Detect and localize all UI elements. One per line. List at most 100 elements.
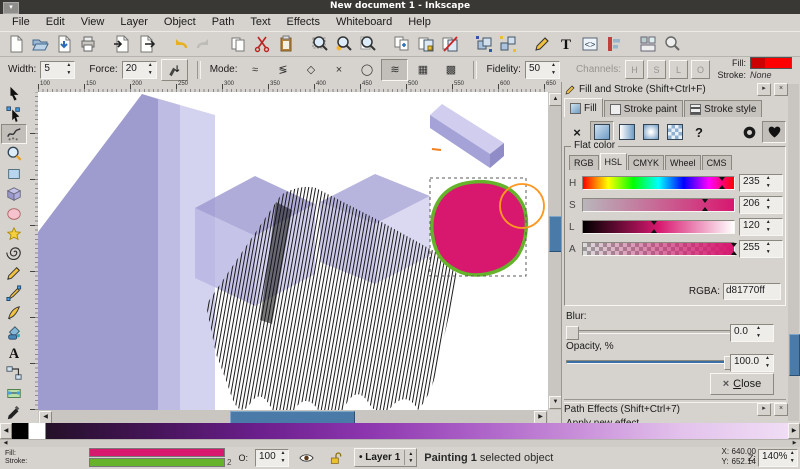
color-jitter-mode-button[interactable]: ▩ xyxy=(437,59,464,81)
menu-object[interactable]: Object xyxy=(156,15,204,30)
fill-stroke-dialog-button[interactable] xyxy=(530,32,554,56)
opacity-spinbox[interactable]: 100.0▲▼ xyxy=(730,354,774,372)
menu-help[interactable]: Help xyxy=(400,15,439,30)
fidelity-spinbox[interactable]: 50▲▼ xyxy=(525,61,560,79)
cut-button[interactable] xyxy=(250,32,274,56)
export-button[interactable] xyxy=(134,32,158,56)
zoom-drawing-button[interactable] xyxy=(332,32,356,56)
channel-h-button[interactable]: H xyxy=(625,60,644,79)
layer-lock-button[interactable] xyxy=(325,448,347,467)
open-button[interactable] xyxy=(28,32,52,56)
palette-left-arrow[interactable]: ◀ xyxy=(0,423,12,439)
new-document-button[interactable] xyxy=(4,32,28,56)
zoom-selection-button[interactable] xyxy=(308,32,332,56)
unlink-clone-button[interactable] xyxy=(438,32,462,56)
push-mode-button[interactable]: ≈ xyxy=(241,59,268,81)
xml-editor-button[interactable]: <> xyxy=(578,32,602,56)
panel-detach-button[interactable]: ▸ xyxy=(757,83,771,96)
channel-l-button[interactable]: L xyxy=(669,60,688,79)
import-button[interactable] xyxy=(110,32,134,56)
fill-rule-nonzero-button[interactable] xyxy=(762,121,786,143)
print-button[interactable] xyxy=(76,32,100,56)
horizontal-scrollbar[interactable]: ◀ ▶ xyxy=(38,410,548,423)
zoom-page-button[interactable] xyxy=(356,32,380,56)
pe-close-button[interactable]: × xyxy=(774,403,788,416)
palette-swatch-white[interactable] xyxy=(29,423,46,439)
color-tab-cms[interactable]: CMS xyxy=(702,155,732,170)
color-tab-rgb[interactable]: RGB xyxy=(569,155,599,170)
tool-paint-bucket[interactable] xyxy=(1,323,27,343)
no-paint-button[interactable]: × xyxy=(566,122,588,142)
undo-button[interactable] xyxy=(168,32,192,56)
paste-button[interactable] xyxy=(274,32,298,56)
fill-indicator-swatch[interactable] xyxy=(750,57,792,69)
box3d-large[interactable] xyxy=(38,94,215,410)
palette-right-arrow[interactable]: ▶ xyxy=(788,423,800,439)
tool-spiral[interactable] xyxy=(1,244,27,264)
align-dialog-button[interactable] xyxy=(602,32,626,56)
dock-scrollbar[interactable] xyxy=(788,84,799,421)
create-clone-button[interactable] xyxy=(414,32,438,56)
layer-visibility-button[interactable] xyxy=(296,448,318,467)
ungroup-button[interactable] xyxy=(496,32,520,56)
l-slider[interactable] xyxy=(582,220,735,234)
tool-zoom-tool[interactable] xyxy=(1,144,27,164)
canvas[interactable] xyxy=(38,92,548,410)
menu-path[interactable]: Path xyxy=(204,15,243,30)
use-pressure-button[interactable] xyxy=(161,59,188,81)
tab-stroke-style[interactable]: Stroke style xyxy=(684,100,762,117)
h-slider[interactable] xyxy=(582,176,735,190)
menu-layer[interactable]: Layer xyxy=(112,15,156,30)
menu-edit[interactable]: Edit xyxy=(38,15,73,30)
rgba-input[interactable]: d81770ff xyxy=(723,283,781,300)
tool-text-tool[interactable]: A xyxy=(1,343,27,363)
tool-selector[interactable] xyxy=(1,84,27,104)
tool-tweak[interactable] xyxy=(1,124,27,144)
width-spinbox[interactable]: 5▲▼ xyxy=(40,61,75,79)
dock-scroll-thumb[interactable] xyxy=(789,334,800,376)
unknown-paint-button[interactable]: ? xyxy=(688,122,710,142)
tool-dropper[interactable] xyxy=(1,403,27,423)
tool-ellipse[interactable] xyxy=(1,204,27,224)
opacity-slider[interactable] xyxy=(566,355,738,369)
s-spinbox[interactable]: 206▲▼ xyxy=(739,196,783,214)
blur-slider-handle[interactable] xyxy=(566,326,579,340)
s-slider[interactable] xyxy=(582,198,735,212)
menu-file[interactable]: File xyxy=(4,15,38,30)
palette-swatch-black[interactable] xyxy=(12,423,29,439)
layer-selector[interactable]: • Layer 1 ▲▼ xyxy=(354,448,417,467)
attract-mode-button[interactable]: ◇ xyxy=(297,59,324,81)
save-button[interactable] xyxy=(52,32,76,56)
stroke-indicator-value[interactable]: None xyxy=(748,69,794,80)
tool-rectangle[interactable] xyxy=(1,164,27,184)
palette-gradient[interactable] xyxy=(46,423,788,439)
copy-button[interactable] xyxy=(226,32,250,56)
status-fill-swatch[interactable] xyxy=(89,448,225,457)
duplicate-button[interactable] xyxy=(390,32,414,56)
close-button[interactable]: × Close xyxy=(710,373,774,395)
l-spinbox[interactable]: 120▲▼ xyxy=(739,218,783,236)
a-slider[interactable] xyxy=(582,242,735,256)
tab-stroke-paint[interactable]: Stroke paint xyxy=(604,100,683,117)
blur-slider[interactable] xyxy=(566,325,738,339)
a-spinbox[interactable]: 255▲▼ xyxy=(739,240,783,258)
force-spinbox[interactable]: 20▲▼ xyxy=(122,61,157,79)
shrink-mode-button[interactable]: ≶ xyxy=(269,59,296,81)
linear-gradient-button[interactable] xyxy=(616,122,638,142)
tool-box-3d[interactable] xyxy=(1,184,27,204)
group-button[interactable] xyxy=(472,32,496,56)
find-button[interactable] xyxy=(660,32,684,56)
panel-close-button[interactable]: × xyxy=(774,83,788,96)
channel-s-button[interactable]: S xyxy=(647,60,666,79)
menu-effects[interactable]: Effects xyxy=(279,15,328,30)
menu-whiteboard[interactable]: Whiteboard xyxy=(328,15,400,30)
pe-detach-button[interactable]: ▸ xyxy=(757,403,771,416)
fill-rule-evenodd-button[interactable] xyxy=(738,122,760,142)
zoom-spinbox[interactable]: 140%▲▼ xyxy=(758,449,798,467)
box3d-small[interactable] xyxy=(430,104,504,168)
status-stroke-swatch[interactable] xyxy=(89,458,225,467)
blur-mode-button[interactable]: ◯ xyxy=(353,59,380,81)
menu-view[interactable]: View xyxy=(73,15,113,30)
pattern-button[interactable] xyxy=(664,122,686,142)
tool-gradient-tool[interactable] xyxy=(1,383,27,403)
